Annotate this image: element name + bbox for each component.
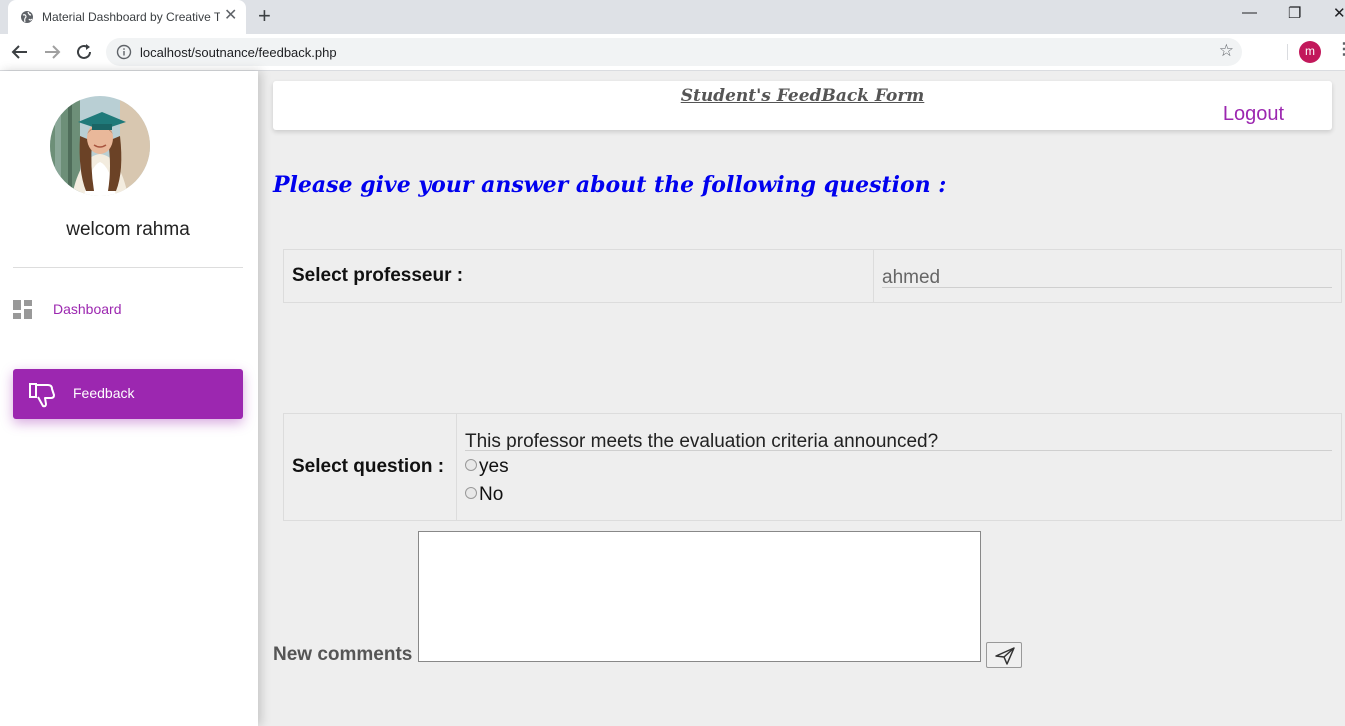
question-label: Select question : (292, 456, 445, 477)
sidebar-item-label: Dashboard (53, 301, 122, 317)
address-bar[interactable]: localhost/soutnance/feedback.php ☆ (106, 38, 1242, 66)
user-avatar (50, 96, 150, 196)
question-table: Select question : This professor meets t… (283, 413, 1342, 521)
professor-label: Select professeur : (292, 265, 464, 286)
radio-option-yes[interactable]: yes (465, 456, 509, 478)
radio-label-yes: yes (479, 456, 509, 477)
professor-select-cell: ahmed (873, 249, 1342, 303)
comments-label: New comments (273, 644, 413, 665)
tab-close-icon[interactable]: ✕ (224, 8, 237, 24)
send-button[interactable] (986, 642, 1022, 668)
send-icon (995, 647, 1015, 665)
window-close-button[interactable]: ✕ (1333, 4, 1345, 22)
sidebar-item-feedback[interactable]: Feedback (13, 369, 243, 419)
question-select-underline (465, 450, 1332, 451)
professor-select-underline (882, 287, 1332, 288)
professor-label-cell: Select professeur : (283, 249, 874, 303)
radio-button-yes[interactable] (465, 459, 477, 471)
sidebar-item-label: Feedback (73, 385, 135, 401)
browser-tab[interactable]: Material Dashboard by Creative Tim ✕ (8, 0, 246, 34)
sidebar: welcom rahma Dashboard Feedback (0, 71, 258, 726)
reload-icon[interactable] (73, 41, 95, 63)
url-text[interactable]: localhost/soutnance/feedback.php (140, 45, 337, 60)
radio-option-no[interactable]: No (465, 484, 503, 506)
dashboard-icon (13, 300, 32, 319)
sidebar-divider (13, 267, 243, 268)
thumb-down-icon (29, 383, 55, 408)
question-prompt: Please give your answer about the follow… (273, 172, 947, 198)
new-tab-button[interactable]: + (258, 4, 271, 28)
graduate-photo (50, 96, 150, 196)
welcome-text: welcom rahma (66, 219, 190, 240)
radio-button-no[interactable] (465, 487, 477, 499)
globe-icon (21, 11, 33, 23)
maximize-button[interactable]: ❐ (1288, 4, 1301, 22)
back-arrow-icon[interactable] (9, 41, 31, 63)
forward-arrow-icon[interactable] (41, 41, 63, 63)
bookmark-star-icon[interactable]: ☆ (1219, 41, 1234, 61)
sidebar-item-dashboard[interactable]: Dashboard (13, 295, 243, 323)
professor-select[interactable]: ahmed (874, 250, 1341, 302)
browser-tabstrip: Material Dashboard by Creative Tim ✕ + —… (0, 0, 1345, 34)
question-box: This professor meets the evaluation crit… (457, 414, 1341, 520)
professor-table: Select professeur : ahmed (283, 249, 1342, 303)
question-content-cell: This professor meets the evaluation crit… (456, 413, 1342, 521)
header-card: Student's FeedBack Form Logout (273, 81, 1332, 130)
site-info-icon[interactable] (116, 44, 132, 60)
radio-label-no: No (479, 484, 504, 505)
page-title: Student's FeedBack Form (680, 86, 925, 106)
comments-textarea[interactable] (418, 531, 981, 662)
browser-toolbar: localhost/soutnance/feedback.php ☆ m ⋮ (0, 34, 1345, 71)
question-label-cell: Select question : (283, 413, 457, 521)
profile-avatar-button[interactable]: m (1299, 41, 1321, 63)
tab-title: Material Dashboard by Creative Tim (42, 10, 220, 24)
browser-menu-icon[interactable]: ⋮ (1336, 42, 1345, 58)
toolbar-divider (1287, 44, 1288, 60)
minimize-button[interactable]: — (1242, 4, 1257, 21)
professor-select-value[interactable]: ahmed (882, 267, 940, 289)
logout-link[interactable]: Logout (1223, 103, 1284, 126)
